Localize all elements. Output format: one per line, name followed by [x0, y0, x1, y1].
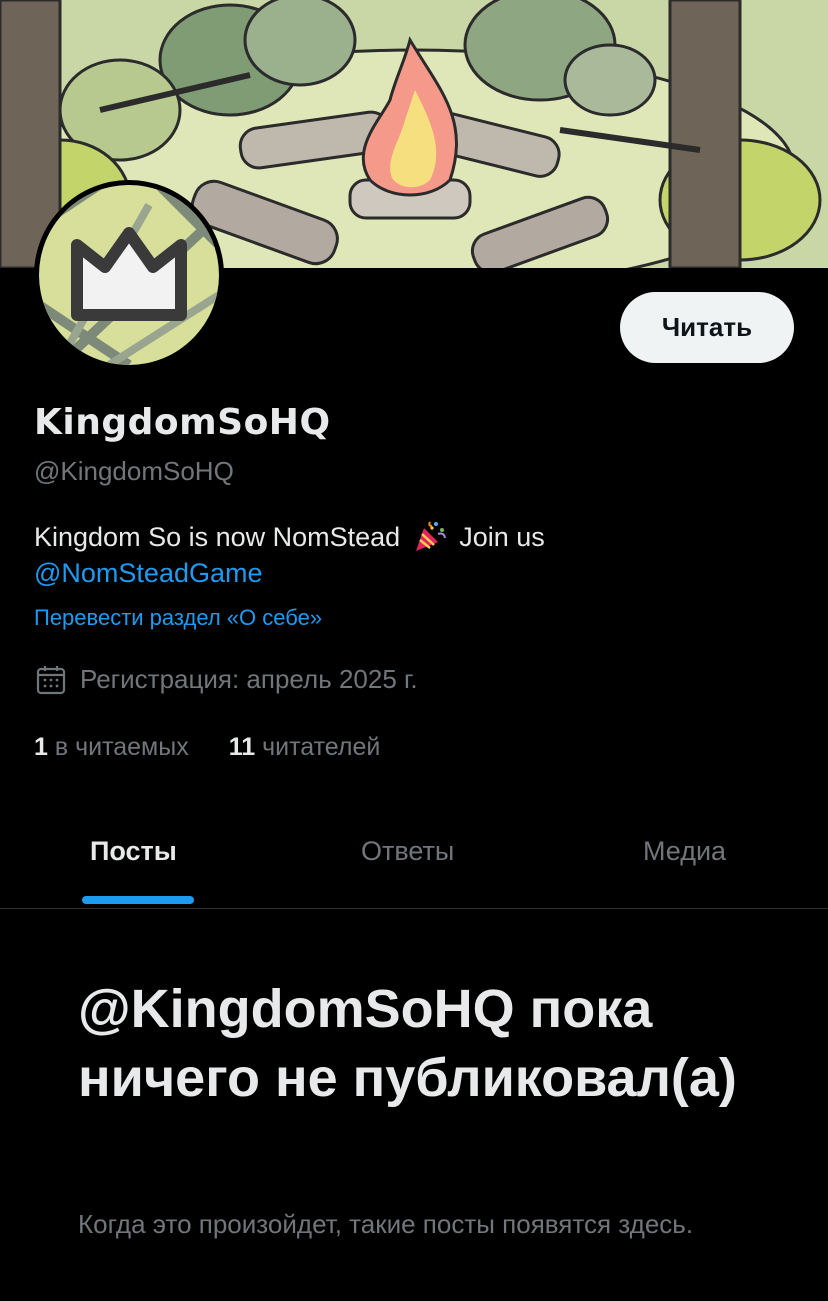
following-count: 1 — [34, 733, 48, 761]
profile-handle: @KingdomSoHQ — [34, 456, 234, 486]
bio-text: Kingdom So is now NomStead — [34, 522, 401, 552]
empty-state-subtitle: Когда это произойдет, такие посты появят… — [78, 1209, 694, 1239]
profile-bio: Kingdom So is now NomStead Join us @NomS… — [34, 518, 794, 591]
display-name: KingdomSoHQ — [34, 402, 331, 443]
active-tab-indicator — [82, 896, 194, 904]
tab-media[interactable]: Медиа — [643, 836, 726, 867]
followers-label: читателей — [262, 733, 381, 761]
calendar-icon — [36, 665, 66, 694]
tab-posts[interactable]: Посты — [90, 836, 177, 867]
followers-stat[interactable]: 11 читателей — [229, 733, 381, 762]
profile-page: Читать KingdomSoHQ @KingdomSoHQ Kingdom … — [0, 0, 828, 1301]
following-label: в читаемых — [54, 733, 189, 761]
translate-bio-link[interactable]: Перевести раздел «О себе» — [34, 605, 322, 631]
tab-replies[interactable]: Ответы — [361, 836, 454, 867]
empty-state-title: @KingdomSoHQ пока ничего не публиковал(а… — [78, 979, 737, 1108]
followers-count: 11 — [228, 733, 256, 761]
following-stat[interactable]: 1 в читаемых — [34, 733, 189, 762]
crown-icon — [39, 185, 219, 365]
profile-avatar[interactable] — [34, 180, 224, 370]
joined-date: Регистрация: апрель 2025 г. — [36, 664, 418, 695]
follow-button[interactable]: Читать — [620, 292, 794, 363]
profile-tabs: Посты Ответы Медиа — [0, 806, 828, 909]
party-popper-icon — [412, 518, 448, 554]
bio-join-text: Join us — [459, 522, 545, 552]
profile-stats: 1 в читаемых 11 читателей — [34, 733, 380, 762]
joined-text: Регистрация: апрель 2025 г. — [80, 664, 418, 694]
bio-mention-link[interactable]: @NomSteadGame — [34, 558, 263, 588]
